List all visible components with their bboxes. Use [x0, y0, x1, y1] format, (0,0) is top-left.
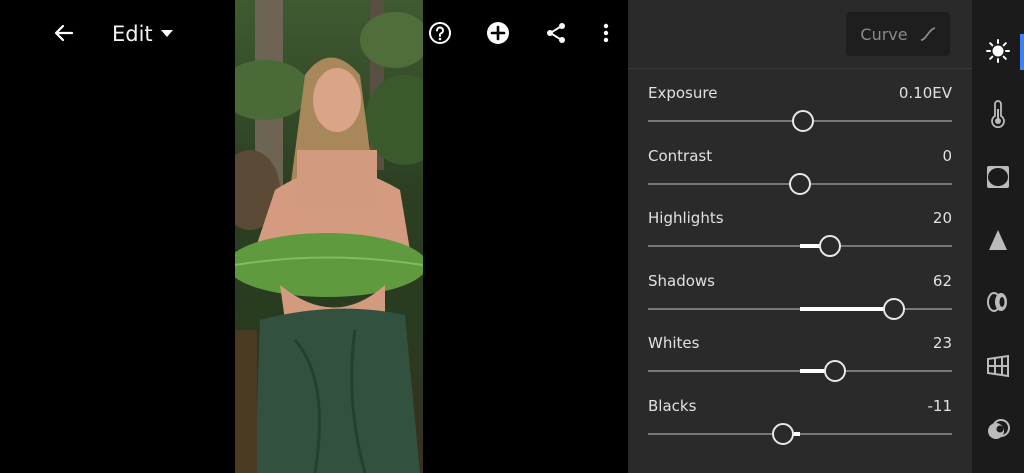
highlights-slider: Highlights 20: [648, 209, 952, 259]
blacks-slider: Blacks -11: [648, 397, 952, 447]
adjustments-panel: Curve Exposure 0.10EV Contrast 0 Highlig…: [628, 0, 972, 473]
slider-track[interactable]: [648, 298, 952, 320]
slider-value: 20: [932, 209, 952, 227]
slider-thumb[interactable]: [824, 360, 846, 382]
shadows-slider: Shadows 62: [648, 272, 952, 322]
slider-thumb[interactable]: [772, 423, 794, 445]
slider-value: 62: [932, 272, 952, 290]
photo-preview[interactable]: [235, 0, 423, 473]
slider-track[interactable]: [648, 235, 952, 257]
slider-value: 23: [932, 334, 952, 352]
curve-label: Curve: [860, 24, 908, 44]
photo-image: [235, 0, 423, 473]
slider-track[interactable]: [648, 360, 952, 382]
caret-down-icon: [160, 30, 173, 37]
add-icon[interactable]: [482, 17, 514, 49]
more-icon[interactable]: [590, 17, 622, 49]
slider-fill: [800, 307, 894, 311]
color-icon[interactable]: [982, 98, 1014, 130]
slider-track[interactable]: [648, 173, 952, 195]
back-arrow-icon[interactable]: [48, 17, 80, 49]
whites-slider: Whites 23: [648, 334, 952, 384]
slider-value: -11: [927, 397, 953, 415]
slider-value: 0.10EV: [898, 84, 952, 102]
light-icon[interactable]: [982, 35, 1014, 67]
slider-label: Blacks: [648, 397, 697, 415]
tool-rail: [972, 0, 1024, 473]
help-icon[interactable]: [424, 17, 456, 49]
slider-label: Whites: [648, 334, 700, 352]
active-indicator: [1020, 34, 1024, 70]
edit-mode-label: Edit: [112, 22, 153, 46]
mix-icon[interactable]: [982, 414, 1014, 446]
optics-icon[interactable]: [982, 286, 1014, 318]
slider-label: Shadows: [648, 272, 716, 290]
geometry-icon[interactable]: [982, 350, 1014, 382]
contrast-slider: Contrast 0: [648, 147, 952, 197]
panel-header: Curve: [628, 0, 972, 69]
slider-track[interactable]: [648, 110, 952, 132]
curve-icon: [920, 27, 935, 41]
slider-track[interactable]: [648, 423, 952, 445]
curve-button[interactable]: Curve: [846, 12, 950, 56]
slider-label: Exposure: [648, 84, 718, 102]
slider-thumb[interactable]: [792, 110, 814, 132]
slider-value: 0: [942, 147, 952, 165]
slider-thumb[interactable]: [789, 173, 811, 195]
effects-icon[interactable]: [982, 161, 1014, 193]
slider-label: Contrast: [648, 147, 713, 165]
slider-thumb[interactable]: [883, 298, 905, 320]
slider-label: Highlights: [648, 209, 724, 227]
share-icon[interactable]: [540, 17, 572, 49]
slider-thumb[interactable]: [819, 235, 841, 257]
exposure-slider: Exposure 0.10EV: [648, 84, 952, 134]
edit-mode-dropdown[interactable]: Edit: [112, 18, 173, 50]
detail-icon[interactable]: [982, 224, 1014, 256]
